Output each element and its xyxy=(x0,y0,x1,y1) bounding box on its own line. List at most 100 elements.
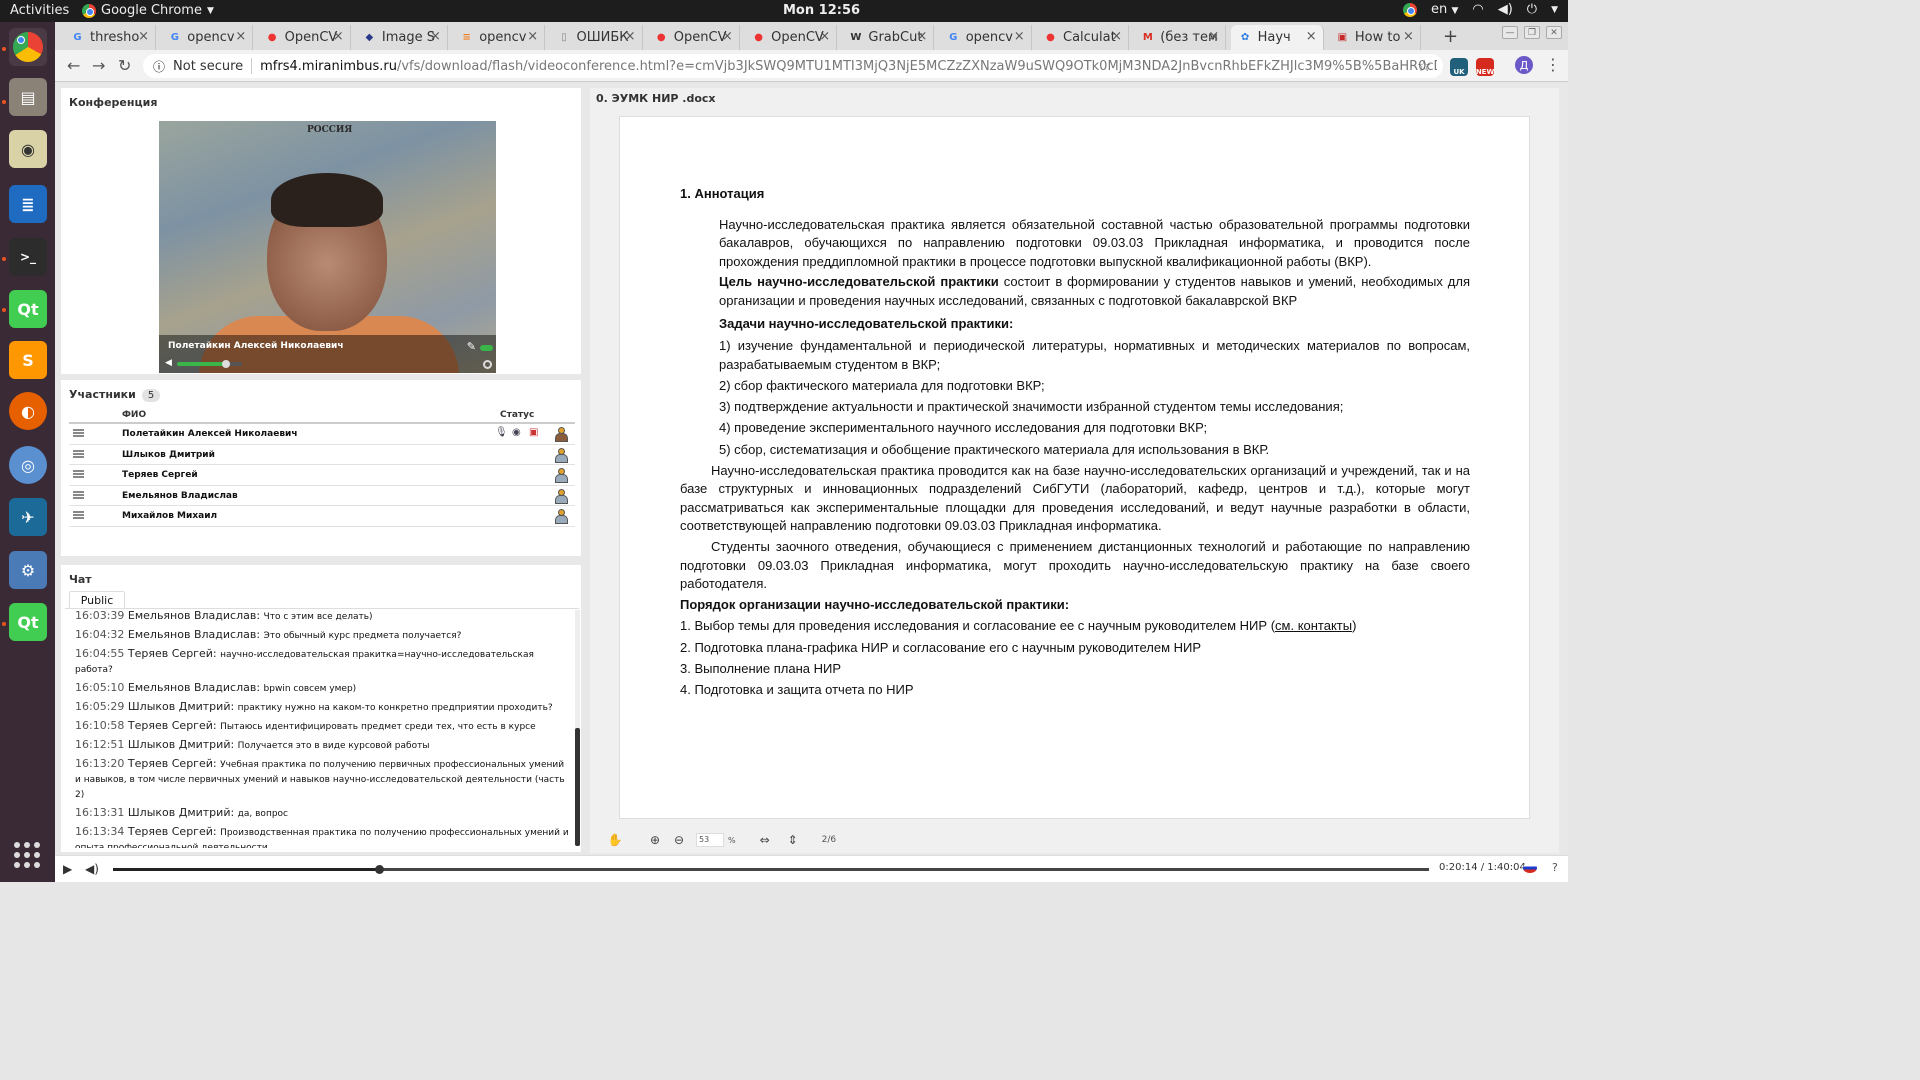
qt-designer-launcher-icon[interactable]: Qt xyxy=(9,603,47,641)
video-toggle[interactable] xyxy=(480,345,493,351)
browser-tab[interactable]: ▣ How to × xyxy=(1328,25,1421,50)
rhythmbox-launcher-icon[interactable]: ◉ xyxy=(9,130,47,168)
language-indicator[interactable]: en ▼ xyxy=(1431,2,1458,17)
show-applications-button[interactable] xyxy=(14,842,40,868)
minimize-button[interactable]: — xyxy=(1502,26,1518,39)
screen-off-icon[interactable]: ▣ xyxy=(529,427,538,438)
speaker-volume-icon[interactable]: ◀ xyxy=(165,358,172,368)
browser-tab[interactable]: Gopencv × xyxy=(939,25,1032,50)
sublime-launcher-icon[interactable]: S xyxy=(9,341,47,379)
fit-width-icon[interactable]: ⇔ xyxy=(758,833,772,847)
close-tab-icon[interactable]: × xyxy=(1111,29,1122,44)
reload-button[interactable]: ↻ xyxy=(118,56,131,75)
chat-messages[interactable]: 16:03:39 Емельянов Владислав: Что с этим… xyxy=(65,608,579,848)
fit-page-icon[interactable]: ⇕ xyxy=(786,833,800,847)
close-tab-icon[interactable]: × xyxy=(1403,29,1414,44)
pin-icon[interactable]: ✎ xyxy=(467,340,476,353)
bookmark-star-icon[interactable]: ☆ xyxy=(1417,56,1431,75)
drag-handle-icon[interactable] xyxy=(73,470,84,478)
video-stream[interactable]: РОССИЯ Полетайкин Алексей Николаевич ◀ ✎ xyxy=(159,121,496,373)
browser-tab[interactable]: ● OpenCV × xyxy=(258,25,351,50)
clock[interactable]: Mon 12:56 xyxy=(783,3,860,18)
browser-tab[interactable]: ◆ Image S × xyxy=(355,25,448,50)
participant-row[interactable]: Шлыков Дмитрий xyxy=(69,445,575,465)
participant-row[interactable]: Теряев Сергей xyxy=(69,465,575,486)
browser-tab[interactable]: ● OpenCV × xyxy=(744,25,838,50)
profile-avatar[interactable]: Д xyxy=(1515,56,1533,74)
drag-handle-icon[interactable] xyxy=(73,511,84,519)
browser-tab[interactable]: M (без тем × xyxy=(1133,25,1227,50)
forward-button[interactable]: → xyxy=(92,56,105,75)
close-tab-icon[interactable]: × xyxy=(527,29,538,44)
close-tab-icon[interactable]: × xyxy=(1306,29,1317,44)
new-tab-button[interactable]: + xyxy=(1443,26,1458,47)
close-window-button[interactable]: ✕ xyxy=(1546,26,1562,39)
close-tab-icon[interactable]: × xyxy=(916,29,927,44)
chrome-launcher-icon[interactable] xyxy=(9,28,47,66)
drag-handle-icon[interactable] xyxy=(73,490,84,499)
close-tab-icon[interactable]: × xyxy=(333,29,344,44)
browser-tab[interactable]: Gthresho × xyxy=(63,25,156,50)
participant-row[interactable]: Михайлов Михаил xyxy=(69,506,575,527)
playback-knob[interactable] xyxy=(374,865,384,874)
chat-scrollbar[interactable] xyxy=(575,610,580,846)
writer-launcher-icon[interactable]: ≣ xyxy=(9,185,47,223)
participant-row[interactable]: Емельянов Владислав xyxy=(69,486,575,506)
browser-tab[interactable]: W GrabCut × xyxy=(841,25,935,50)
browser-tab[interactable]: Gopencv × xyxy=(160,25,254,50)
qt-creator-launcher-icon[interactable]: Qt xyxy=(9,290,47,328)
volume-icon[interactable]: ◀) xyxy=(85,862,99,876)
close-tab-icon[interactable]: × xyxy=(138,29,149,44)
chromium-launcher-icon[interactable]: ◎ xyxy=(9,446,47,484)
files-launcher-icon[interactable]: ▤ xyxy=(9,78,47,116)
close-tab-icon[interactable]: × xyxy=(235,29,246,44)
chrome-menu-icon[interactable]: ⋮ xyxy=(1545,55,1561,74)
drag-handle-icon[interactable] xyxy=(73,429,84,437)
microphone-icon[interactable]: 🎙 xyxy=(495,427,508,438)
help-icon[interactable]: ? xyxy=(1552,861,1558,874)
playback-timeline[interactable] xyxy=(113,865,1429,874)
browser-tab[interactable]: ● OpenCV × xyxy=(647,25,740,50)
extension-new-icon[interactable]: NEW xyxy=(1476,58,1494,76)
volume-knob[interactable] xyxy=(221,360,230,368)
terminal-launcher-icon[interactable]: >_ xyxy=(9,238,47,276)
browser-tab[interactable]: ▯ ОШИБК × xyxy=(550,25,643,50)
chrome-tray-icon[interactable] xyxy=(1403,2,1418,17)
browser-tab[interactable]: ● Calculat × xyxy=(1036,25,1129,50)
browser-tab[interactable]: ≡ opencv × xyxy=(452,25,546,50)
camera-icon[interactable] xyxy=(483,360,492,369)
close-tab-icon[interactable]: × xyxy=(1014,29,1025,44)
caret-down-icon[interactable]: ▼ xyxy=(1551,5,1558,15)
russian-flag-icon[interactable] xyxy=(1523,863,1537,873)
chat-tab-public[interactable]: Public xyxy=(69,591,125,608)
settings-launcher-icon[interactable]: ⚙ xyxy=(9,551,47,589)
activities-button[interactable]: Activities xyxy=(10,3,69,18)
zoom-out-icon[interactable]: ⊖ xyxy=(672,833,686,847)
close-tab-icon[interactable]: × xyxy=(1208,29,1219,44)
play-icon[interactable]: ▶ xyxy=(63,862,72,876)
address-bar[interactable]: ⓘ Not secure mfrs4.miranimbus.ru/vfs/dow… xyxy=(143,54,1443,78)
info-icon[interactable]: ⓘ xyxy=(153,58,165,75)
webcam-icon[interactable]: ◉ xyxy=(512,427,521,438)
close-tab-icon[interactable]: × xyxy=(625,29,636,44)
volume-slider[interactable] xyxy=(177,360,242,368)
firefox-launcher-icon[interactable]: ◐ xyxy=(9,392,47,430)
zoom-input[interactable]: 53 xyxy=(696,833,724,847)
participant-row[interactable]: Полетайкин Алексей Николаевич 🎙 ◉ ▣ xyxy=(69,424,575,445)
browser-tab[interactable]: ✿ Науч × xyxy=(1230,25,1324,50)
zoom-in-icon[interactable]: ⊕ xyxy=(648,833,662,847)
document-page[interactable]: 1. Аннотация Научно-исследовательская пр… xyxy=(619,116,1530,819)
contacts-link[interactable]: см. контакты xyxy=(1275,618,1352,633)
hand-tool-icon[interactable]: ✋ xyxy=(608,833,623,847)
scrollbar-thumb[interactable] xyxy=(575,728,580,846)
close-tab-icon[interactable]: × xyxy=(819,29,830,44)
power-icon[interactable]: ⏻ xyxy=(1527,2,1537,17)
mysql-workbench-launcher-icon[interactable]: ✈ xyxy=(9,498,47,536)
maximize-button[interactable]: ❐ xyxy=(1524,26,1540,39)
back-button[interactable]: ← xyxy=(67,56,80,75)
app-menu[interactable]: Google Chrome ▼ xyxy=(82,3,214,18)
wifi-icon[interactable]: ◠ xyxy=(1472,2,1483,17)
extension-uk-icon[interactable]: UK xyxy=(1450,58,1468,76)
close-tab-icon[interactable]: × xyxy=(722,29,733,44)
drag-handle-icon[interactable] xyxy=(73,449,84,458)
